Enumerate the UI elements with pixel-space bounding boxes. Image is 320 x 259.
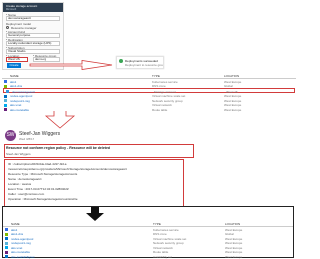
email-to: Steef-Jan Wiggers	[6, 152, 31, 156]
availability-set-icon	[5, 255, 8, 258]
table-row[interactable]: aks-availabilityset Availability set Wes…	[3, 254, 293, 259]
col-name-header[interactable]: NAME	[10, 74, 70, 78]
avatar: SW	[5, 130, 16, 141]
row-name[interactable]: aks-availabilityset	[11, 255, 71, 259]
row-type: Availability set	[153, 254, 172, 259]
col-location-header[interactable]: LOCATION	[224, 74, 264, 78]
row-location: West Europe	[224, 107, 242, 112]
row-name[interactable]: aks-routetable	[10, 108, 70, 112]
route-table-icon	[4, 108, 7, 111]
body-line: Location : westus	[8, 183, 32, 186]
row-type: Route table	[152, 107, 168, 112]
table-row[interactable]: aks-routetable Route table West Europe	[2, 107, 296, 112]
body-line: Caller : user@contoso.com	[8, 193, 45, 196]
email-date: Wed 3/8/17	[19, 137, 35, 141]
resource-list-after: NAME TYPE LOCATION aks1 Kubernetes servi…	[2, 206, 294, 259]
body-line: Resource Type : Microsoft.Storage/storag…	[8, 173, 78, 176]
col-type-header[interactable]: TYPE	[153, 222, 203, 226]
email-body: ID : /subscriptions/0bf1fdde-fdad-4c97-b…	[4, 159, 184, 207]
col-type-header[interactable]: TYPE	[152, 74, 202, 78]
deployment-notification[interactable]: Deployments succeeded Deployment to reso…	[116, 56, 164, 69]
resource-list-before: NAME TYPE LOCATION aks1 Kubernetes servi…	[2, 73, 296, 112]
body-line: /resourceGroups/demo-rg/providers/Micros…	[8, 168, 127, 171]
body-line: Name : demostorageacct	[8, 178, 42, 181]
body-line: ID : /subscriptions/0bf1fdde-fdad-4c97-b…	[8, 163, 67, 166]
right-arrow	[29, 60, 113, 70]
body-line: Event Time : 2017-03-07T12:34:01.0280402…	[8, 188, 69, 191]
col-name-header[interactable]: NAME	[11, 222, 71, 226]
body-line: Operation : Microsoft.Storage/storageAcc…	[8, 198, 78, 201]
notification-text: Deployment to resource group was success…	[125, 63, 163, 67]
col-location-header[interactable]: LOCATION	[225, 222, 265, 226]
email-subject: Resource not conform region policy - Res…	[6, 146, 111, 150]
row-location: West Europe	[225, 254, 243, 259]
table-row-highlighted[interactable]: demostorageacct Storage account West US	[3, 88, 295, 94]
success-check-icon	[119, 59, 123, 63]
